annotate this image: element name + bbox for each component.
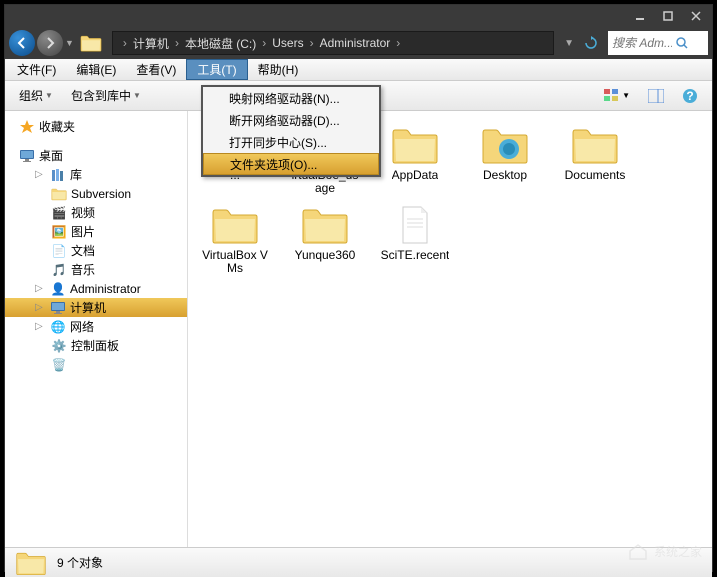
- menu-file[interactable]: 文件(F): [7, 59, 66, 80]
- file-item[interactable]: VirtualBox VMs: [198, 201, 272, 277]
- crumb-admin[interactable]: Administrator: [318, 36, 393, 50]
- file-icon: [389, 123, 441, 167]
- status-count: 9 个对象: [57, 554, 103, 571]
- file-icon: [479, 123, 531, 167]
- sidebar-favorites[interactable]: 收藏夹: [5, 117, 187, 136]
- sidebar-subversion[interactable]: Subversion: [5, 184, 187, 203]
- file-icon: [389, 203, 441, 247]
- sidebar-desktop[interactable]: 桌面: [5, 146, 187, 165]
- titlebar: [5, 5, 712, 27]
- minimize-button[interactable]: [626, 7, 654, 25]
- file-item[interactable]: AppData: [378, 121, 452, 197]
- file-icon: [569, 123, 621, 167]
- menu-edit[interactable]: 编辑(E): [66, 59, 126, 80]
- file-label: VirtualBox VMs: [200, 249, 270, 275]
- sidebar-videos[interactable]: 🎬视频: [5, 203, 187, 222]
- back-button[interactable]: [9, 30, 35, 56]
- crumb-users[interactable]: Users: [270, 36, 305, 50]
- file-item[interactable]: Documents: [558, 121, 632, 197]
- status-folder-icon: [15, 550, 47, 576]
- forward-button[interactable]: [37, 30, 63, 56]
- sidebar-documents[interactable]: 📄文档: [5, 241, 187, 260]
- tool-include-library[interactable]: 包含到库中 ▼: [65, 85, 147, 106]
- tools-dropdown: 映射网络驱动器(N)... 断开网络驱动器(D)... 打开同步中心(S)...…: [201, 85, 381, 177]
- watermark: 系统之家: [626, 541, 702, 561]
- dropdown-map-drive[interactable]: 映射网络驱动器(N)...: [203, 87, 379, 109]
- file-label: Yunque360: [295, 249, 356, 262]
- close-button[interactable]: [682, 7, 710, 25]
- sidebar-recycle[interactable]: 🗑️: [5, 355, 187, 374]
- sidebar-music[interactable]: 🎵音乐: [5, 260, 187, 279]
- menubar: 文件(F) 编辑(E) 查看(V) 工具(T) 帮助(H): [5, 59, 712, 81]
- dropdown-folder-options[interactable]: 文件夹选项(O)...: [203, 153, 379, 175]
- sidebar-computer[interactable]: ▷计算机: [5, 298, 187, 317]
- folder-icon: [80, 33, 102, 53]
- maximize-button[interactable]: [654, 7, 682, 25]
- search-input[interactable]: [612, 36, 672, 50]
- sidebar-administrator[interactable]: ▷👤Administrator: [5, 279, 187, 298]
- crumb-drive[interactable]: 本地磁盘 (C:): [183, 35, 258, 52]
- navbar: ▼ › 计算机 › 本地磁盘 (C:) › Users › Administra…: [5, 27, 712, 59]
- svg-text:?: ?: [686, 89, 693, 103]
- sidebar-control-panel[interactable]: ⚙️控制面板: [5, 336, 187, 355]
- menu-tools[interactable]: 工具(T): [186, 59, 247, 80]
- file-label: Desktop: [483, 169, 527, 182]
- file-label: Documents: [565, 169, 626, 182]
- sidebar-libraries[interactable]: ▷库: [5, 165, 187, 184]
- file-icon: [209, 203, 261, 247]
- crumb-computer[interactable]: 计算机: [131, 35, 171, 52]
- file-label: SciTE.recent: [381, 249, 450, 262]
- dropdown-disconnect-drive[interactable]: 断开网络驱动器(D)...: [203, 109, 379, 131]
- file-item[interactable]: SciTE.recent: [378, 201, 452, 277]
- tool-organize[interactable]: 组织 ▼: [13, 85, 59, 106]
- file-label: AppData: [392, 169, 439, 182]
- sidebar-pictures[interactable]: 🖼️图片: [5, 222, 187, 241]
- file-item[interactable]: Yunque360: [288, 201, 362, 277]
- breadcrumb[interactable]: › 计算机 › 本地磁盘 (C:) › Users › Administrato…: [112, 31, 554, 55]
- refresh-button[interactable]: [580, 32, 602, 54]
- sidebar: 收藏夹 桌面 ▷库 Subversion 🎬视频 🖼️图片 📄文档 🎵音乐 ▷👤…: [5, 111, 188, 547]
- file-item[interactable]: Desktop: [468, 121, 542, 197]
- tool-help[interactable]: ?: [676, 86, 704, 106]
- search-icon: [676, 37, 688, 49]
- file-icon: [299, 203, 351, 247]
- menu-view[interactable]: 查看(V): [126, 59, 186, 80]
- dropdown-sync-center[interactable]: 打开同步中心(S)...: [203, 131, 379, 153]
- statusbar: 9 个对象: [5, 547, 712, 577]
- menu-help[interactable]: 帮助(H): [248, 59, 309, 80]
- search-box[interactable]: [608, 31, 708, 55]
- tool-preview-pane[interactable]: [642, 87, 670, 105]
- sidebar-network[interactable]: ▷🌐网络: [5, 317, 187, 336]
- tool-view-icons[interactable]: ▼: [598, 87, 636, 105]
